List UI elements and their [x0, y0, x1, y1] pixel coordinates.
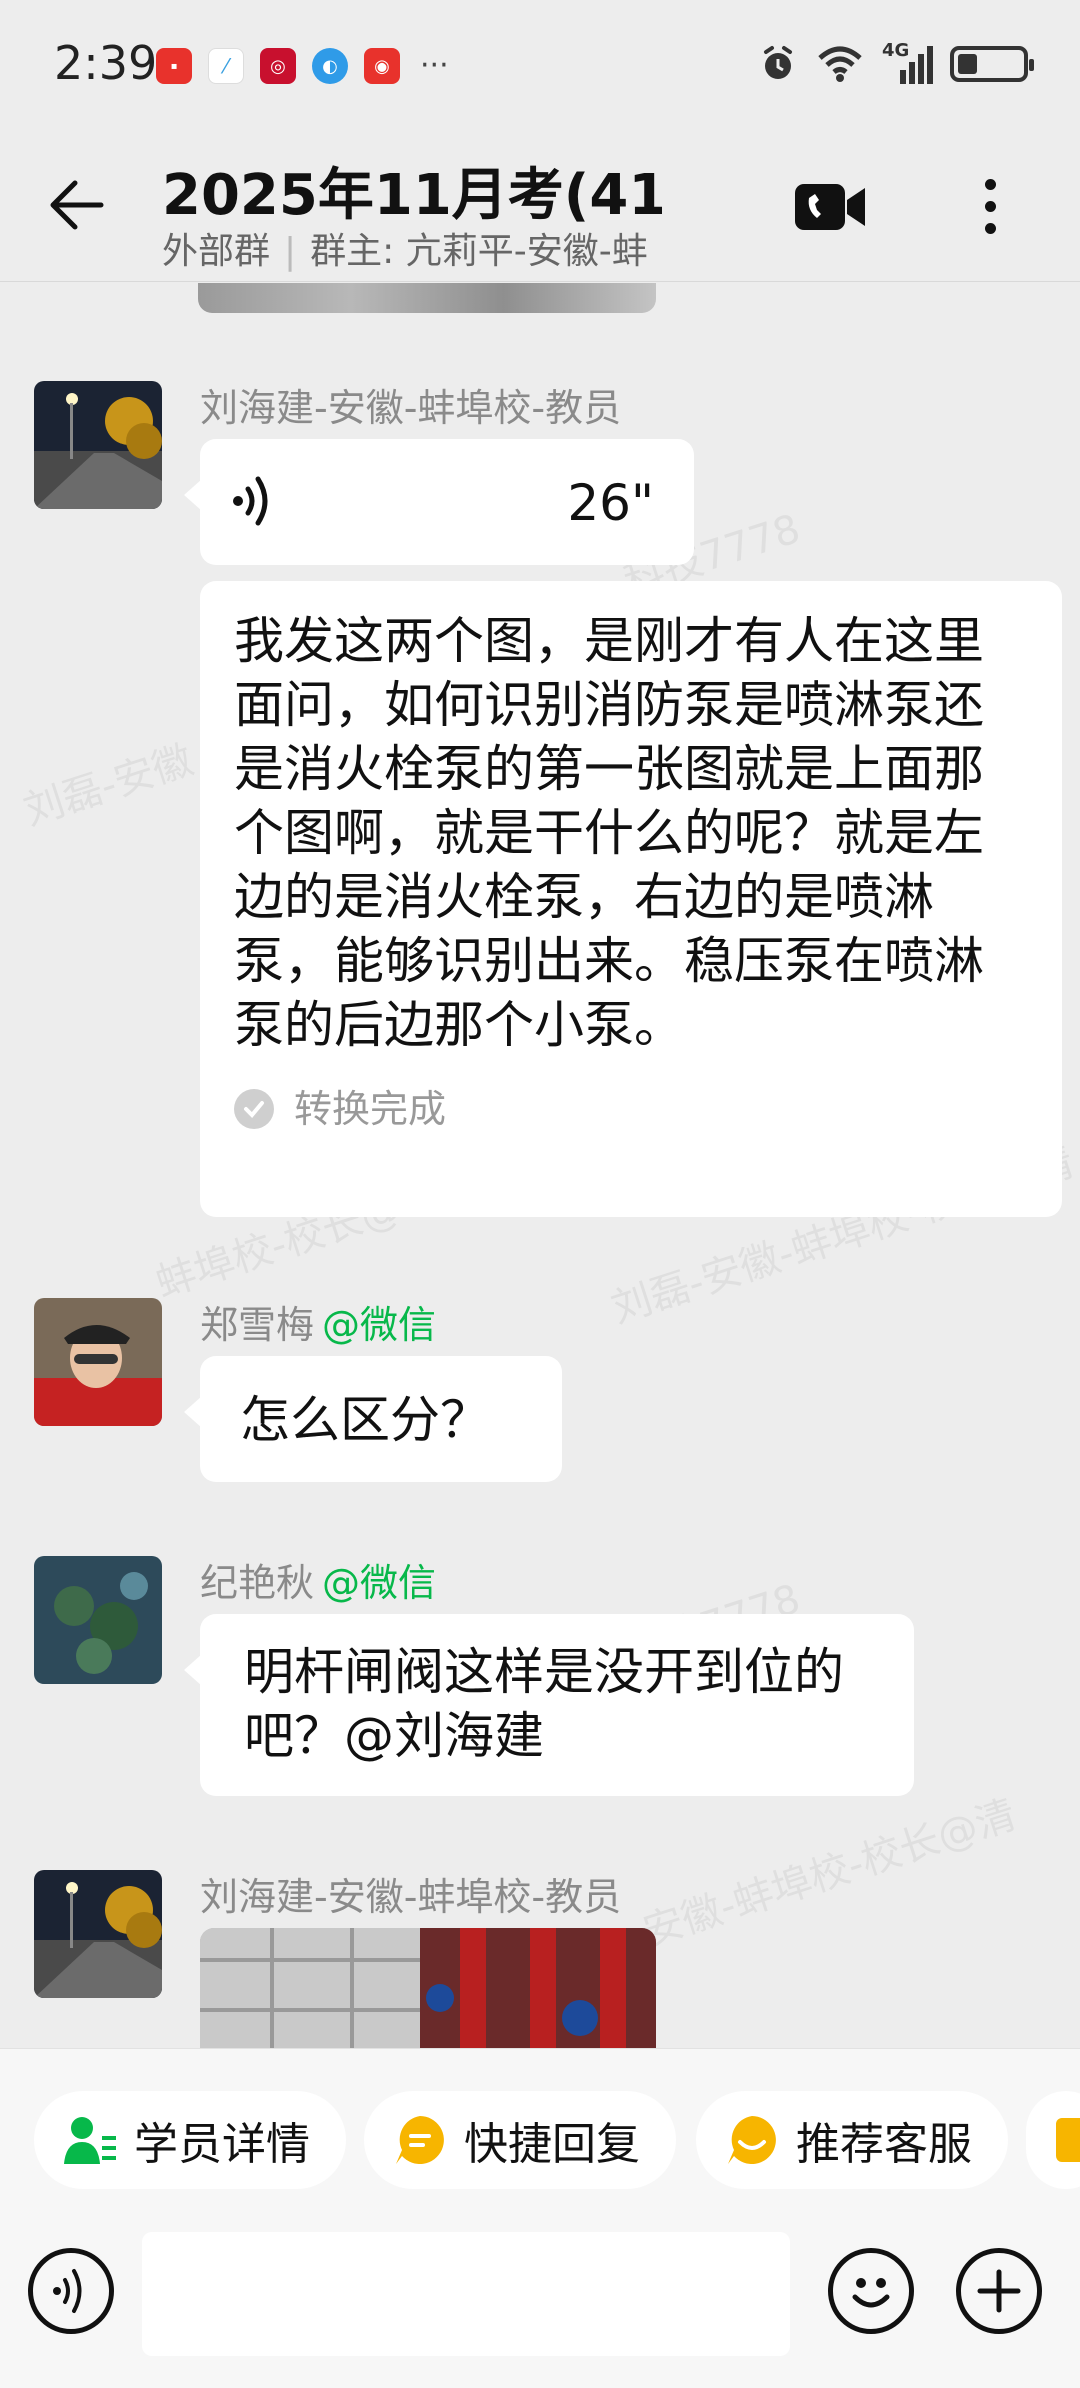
text-bubble[interactable]: 明杆闸阀这样是没开到位的吧？@刘海建 [184, 1614, 914, 1796]
emoji-icon [852, 2278, 890, 2308]
previous-image-message[interactable] [198, 283, 656, 313]
student-icon [62, 2112, 118, 2168]
watermark: -安徽-蚌埠校-校长@清 [623, 1791, 1022, 1960]
back-button[interactable] [40, 170, 110, 240]
sender-name-text: 纪艳秋 [200, 1561, 315, 1605]
system-status: 4G [758, 40, 1034, 84]
voice-duration: 26" [567, 474, 654, 532]
huawei-icon: ▪ [156, 48, 192, 84]
chat-title: 2025年11月考(41) [162, 163, 662, 228]
back-arrow-icon [50, 180, 104, 230]
text-bubble[interactable]: 怎么区分？ [184, 1356, 562, 1482]
sender-name: 郑雪梅 @微信 [200, 1294, 436, 1349]
sender-name: 纪艳秋 @微信 [200, 1552, 436, 1607]
quick-reply-icon [392, 2112, 448, 2168]
voice-wave-icon [233, 476, 268, 526]
message-text-content: 怎么区分？ [240, 1391, 490, 1449]
chat-messages[interactable]: 刘磊-安徽 蚌埠校-校长@ 刘磊-安徽-蚌埠校-校长@清 科技7778 -安徽-… [0, 283, 1080, 2048]
emoji-button[interactable] [828, 2248, 914, 2334]
document-icon [1056, 2118, 1080, 2162]
status-bar: 2:39 ▪ ⁄ ◎ ◐ ◉ ··· 4G [0, 0, 1080, 130]
chip-label: 快捷回复 [464, 2119, 640, 2170]
notification-icons: ▪ ⁄ ◎ ◐ ◉ ··· [156, 48, 449, 84]
quick-actions-bar: 学员详情 快捷回复 推荐客服 [0, 2048, 1080, 2228]
message-input[interactable] [142, 2232, 790, 2356]
service-icon [724, 2112, 780, 2168]
sender-source: @微信 [322, 1303, 437, 1347]
app-icon: ◎ [260, 48, 296, 84]
voice-wave-icon [53, 2269, 82, 2313]
battery-level [958, 54, 977, 74]
transcript-text: 我发这两个图，是刚才有人在这里面问，如何识别消防泵是喷淋泵还是消火栓泵的第一张图… [234, 612, 984, 1054]
input-bar [0, 2228, 1080, 2388]
netease-icon: ◉ [364, 48, 400, 84]
alarm-icon [764, 46, 792, 79]
group-owner: 群主: 亢莉平-安徽-蚌 [310, 231, 648, 272]
recommend-service-button[interactable]: 推荐客服 [696, 2091, 1008, 2189]
plus-icon [977, 2269, 1021, 2313]
dot [984, 222, 996, 234]
check-icon [234, 1089, 274, 1129]
transcript-status-label: 转换完成 [294, 1087, 447, 1131]
group-type: 外部群 [162, 231, 271, 272]
chip-label: 学员详情 [134, 2119, 310, 2170]
feather-icon: ⁄ [208, 48, 244, 84]
avatar[interactable] [34, 1298, 162, 1426]
browser-icon: ◐ [312, 48, 348, 84]
cellular-signal-icon: 4G [882, 40, 933, 84]
chat-header: 2025年11月考(41) 外部群 | 群主: 亢莉平-安徽-蚌 [0, 130, 1080, 282]
avatar[interactable] [34, 1870, 162, 1998]
chip-label: 推荐客服 [796, 2119, 972, 2170]
chat-subtitle: 外部群 | 群主: 亢莉平-安徽-蚌 [162, 231, 648, 272]
battery-icon [950, 46, 1034, 82]
video-call-button[interactable] [790, 172, 870, 242]
add-button[interactable] [956, 2248, 1042, 2334]
voice-input-button[interactable] [28, 2248, 114, 2334]
more-actions-chip[interactable] [1026, 2091, 1080, 2189]
image-message[interactable] [200, 1928, 656, 2048]
avatar[interactable] [34, 381, 162, 509]
sender-name: 刘海建-安徽-蚌埠校-教员 [200, 1875, 622, 1919]
sender-name: 刘海建-安徽-蚌埠校-教员 [200, 386, 622, 430]
status-time: 2:39 [54, 36, 158, 90]
video-call-icon [795, 184, 865, 230]
transcript-status: 转换完成 [200, 1077, 1062, 1165]
sender-source: @微信 [322, 1561, 437, 1605]
message-text-content: 明杆闸阀这样是没开到位的吧？@刘海建 [244, 1643, 844, 1765]
network-type: 4G [882, 40, 910, 61]
watermark: 刘磊-安徽 [18, 736, 199, 835]
pump-photo [200, 1928, 656, 2048]
voice-bubble[interactable]: 26" [184, 439, 694, 565]
student-details-button[interactable]: 学员详情 [34, 2091, 346, 2189]
transcript-bubble[interactable]: 我发这两个图，是刚才有人在这里面问，如何识别消防泵是喷淋泵还是消火栓泵的第一张图… [200, 581, 1062, 1217]
wifi-icon [818, 46, 862, 82]
more-notifications-icon: ··· [420, 48, 449, 83]
dot [984, 200, 996, 212]
more-options-button[interactable] [960, 166, 1020, 246]
dot [984, 178, 996, 190]
avatar[interactable] [34, 1556, 162, 1684]
sender-name-text: 郑雪梅 [200, 1303, 315, 1347]
quick-reply-button[interactable]: 快捷回复 [364, 2091, 676, 2189]
